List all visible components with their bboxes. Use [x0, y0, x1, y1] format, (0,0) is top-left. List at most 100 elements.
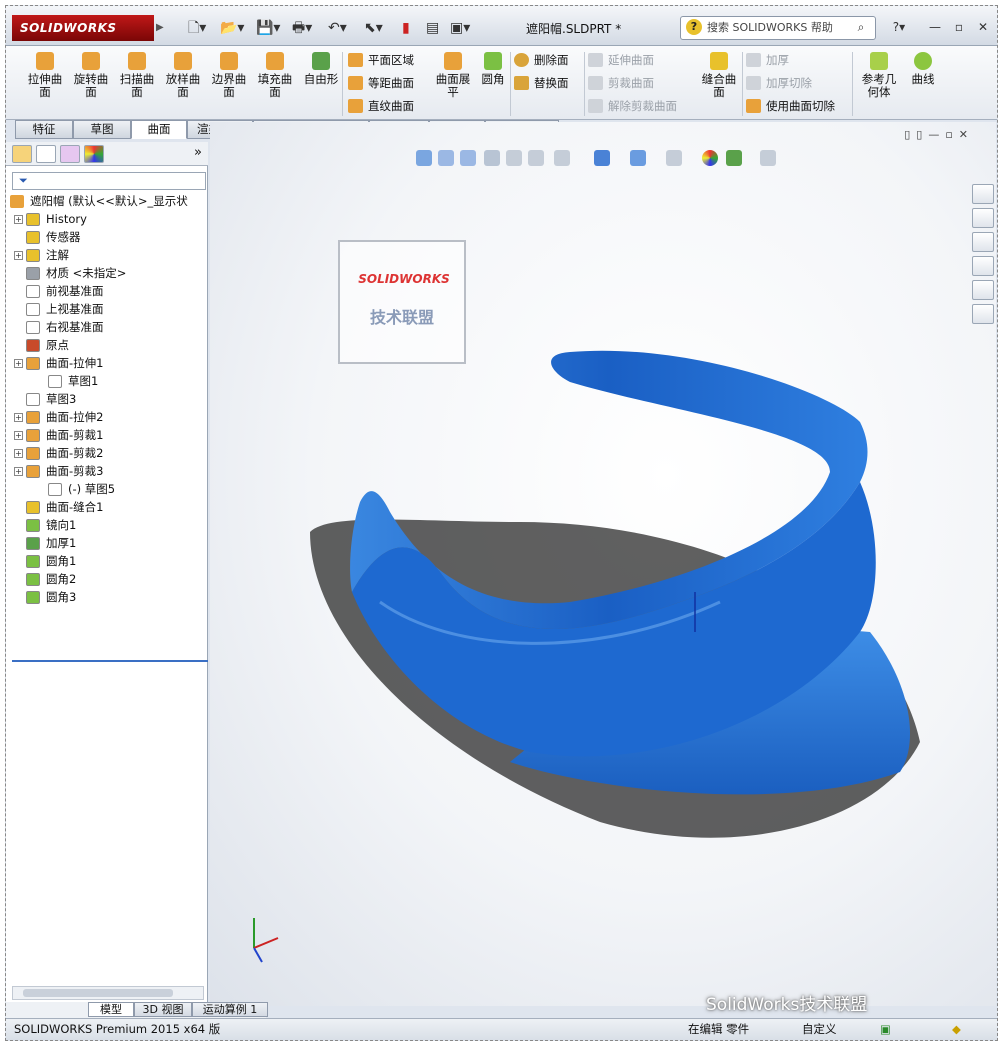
tree-item[interactable]: + 注解 — [6, 246, 208, 264]
select-pointer-icon[interactable]: ⬉▾ — [364, 18, 383, 38]
options-icon[interactable]: ▣▾ — [450, 18, 470, 38]
bottom-tab-2[interactable]: 运动算例 1 — [192, 1002, 268, 1017]
graphics-area[interactable]: ▯▯—▫✕ SOLIDWORKS 技术联盟 — [210, 122, 996, 1006]
curves-button[interactable]: 曲线 — [900, 52, 946, 116]
tree-item[interactable]: 镜向1 — [6, 516, 208, 534]
thicken-button[interactable]: 加厚 — [744, 50, 789, 70]
replace-face-button[interactable]: 替换面 — [512, 73, 569, 93]
expand-toggle-icon[interactable]: + — [14, 251, 23, 260]
thicken-cut-button[interactable]: 加厚切除 — [744, 73, 812, 93]
expand-toggle-icon[interactable]: + — [14, 215, 23, 224]
help-icon[interactable]: ?▾ — [890, 19, 908, 35]
tree-item[interactable]: 材质 <未指定> — [6, 264, 208, 282]
bottom-tab-0[interactable]: 模型 — [88, 1002, 134, 1017]
ruled-surface-button[interactable]: 直纹曲面 — [346, 96, 414, 116]
offset-surface-button[interactable]: 等距曲面 — [346, 73, 414, 93]
display-manager-tab-icon[interactable] — [84, 145, 104, 163]
scene-icon[interactable] — [726, 150, 742, 166]
tree-item[interactable]: 曲面-缝合1 — [6, 498, 208, 516]
file-explorer-icon[interactable] — [972, 232, 994, 252]
expand-toggle-icon[interactable]: + — [14, 431, 23, 440]
view-orientation-icon[interactable] — [528, 150, 544, 166]
minimize-icon[interactable]: — — [926, 19, 944, 35]
hide-show-items-icon[interactable] — [594, 150, 610, 166]
extend-surface-button[interactable]: 延伸曲面 — [586, 50, 654, 70]
tree-item[interactable]: + History — [6, 210, 208, 228]
zoom-to-area-icon[interactable] — [438, 150, 454, 166]
search-icon[interactable]: ⌕ — [852, 19, 870, 35]
tags-icon[interactable]: ◆ — [952, 1019, 961, 1039]
tab-1[interactable]: 草图 — [73, 120, 131, 139]
open-document-icon[interactable]: 📂▾ — [220, 18, 244, 38]
view-palette-icon[interactable] — [972, 256, 994, 276]
file-properties-icon[interactable]: ▤ — [426, 18, 439, 38]
help-status-icon[interactable]: ▣ — [880, 1019, 891, 1039]
planar-surface-button[interactable]: 平面区域 — [346, 50, 414, 70]
expand-toggle-icon[interactable]: + — [14, 449, 23, 458]
freeform-button[interactable]: 自由形 — [298, 52, 344, 116]
rebuild-icon[interactable]: ▮ — [402, 18, 410, 38]
zoom-to-fit-icon[interactable] — [416, 150, 432, 166]
lofted-surface-button[interactable]: 放样曲 面 — [160, 52, 206, 116]
edit-appearance-icon[interactable] — [630, 150, 646, 166]
revolved-surface-button[interactable]: 旋转曲 面 — [68, 52, 114, 116]
trim-surface-button[interactable]: 剪裁曲面 — [586, 73, 654, 93]
tree-item[interactable]: + 曲面-拉伸2 — [6, 408, 208, 426]
tree-item[interactable]: 右视基准面 — [6, 318, 208, 336]
apply-scene-icon[interactable] — [666, 150, 682, 166]
save-icon[interactable]: 💾▾ — [256, 18, 280, 38]
tree-item[interactable]: 原点 — [6, 336, 208, 354]
expand-toggle-icon[interactable]: + — [14, 359, 23, 368]
tree-item[interactable]: 传感器 — [6, 228, 208, 246]
expand-toggle-icon[interactable]: + — [14, 467, 23, 476]
tab-0[interactable]: 特征 — [15, 120, 73, 139]
untrim-surface-button[interactable]: 解除剪裁曲面 — [586, 96, 677, 116]
tree-item[interactable]: (-) 草图5 — [6, 480, 208, 498]
delete-face-button[interactable]: 删除面 — [512, 50, 569, 70]
tab-2[interactable]: 曲面 — [131, 120, 187, 139]
menu-expand-arrow-icon[interactable]: ▶ — [156, 18, 166, 38]
help-search-input[interactable]: 搜索 SOLIDWORKS 帮助 — [680, 16, 876, 40]
viewport-controls[interactable]: ▯▯—▫✕ — [874, 128, 974, 144]
tree-item[interactable]: + 曲面-拉伸1 — [6, 354, 208, 372]
view-settings-icon[interactable] — [760, 150, 776, 166]
tree-item[interactable]: + 曲面-剪裁3 — [6, 462, 208, 480]
tree-item[interactable]: 圆角1 — [6, 552, 208, 570]
restore-icon[interactable]: ▫ — [950, 19, 968, 35]
home-icon[interactable] — [972, 184, 994, 204]
tree-item[interactable]: + 曲面-剪裁2 — [6, 444, 208, 462]
tree-item[interactable]: + 曲面-剪裁1 — [6, 426, 208, 444]
scrollbar-thumb[interactable] — [23, 989, 173, 997]
print-icon[interactable]: 🖶▾ — [292, 18, 312, 38]
filled-surface-button[interactable]: 填充曲 面 — [252, 52, 298, 116]
display-style-icon[interactable] — [554, 150, 570, 166]
tree-root[interactable]: 遮阳帽 (默认<<默认>_显示状 — [6, 192, 208, 210]
tree-item[interactable]: 草图1 — [6, 372, 208, 390]
tree-item[interactable]: 圆角2 — [6, 570, 208, 588]
filter-input[interactable]: ⏷ — [12, 172, 206, 190]
tree-item[interactable]: 前视基准面 — [6, 282, 208, 300]
close-icon[interactable]: ✕ — [974, 19, 992, 35]
new-document-icon[interactable]: 🗋▾ — [188, 18, 206, 38]
custom-properties-icon[interactable] — [972, 304, 994, 324]
bottom-tab-1[interactable]: 3D 视图 — [134, 1002, 192, 1017]
undo-icon[interactable]: ↶▾ — [328, 18, 347, 38]
tree-rollback-bar[interactable] — [12, 660, 208, 662]
appearance-ball-icon[interactable] — [702, 150, 718, 166]
reference-geometry-button[interactable]: 参考几 何体 — [856, 52, 902, 116]
expand-toggle-icon[interactable]: + — [14, 413, 23, 422]
feature-manager-tab-icon[interactable] — [12, 145, 32, 163]
extruded-surface-button[interactable]: 拉伸曲 面 — [22, 52, 68, 116]
horizontal-scrollbar[interactable] — [12, 986, 204, 1000]
appearances-icon[interactable] — [972, 280, 994, 300]
section-view-icon[interactable] — [484, 150, 500, 166]
previous-view-icon[interactable] — [460, 150, 476, 166]
tree-item[interactable]: 上视基准面 — [6, 300, 208, 318]
tree-item[interactable]: 草图3 — [6, 390, 208, 408]
tree-item[interactable]: 圆角3 — [6, 588, 208, 606]
solidworks-logo[interactable]: SOLIDWORKS — [12, 15, 154, 41]
units-selector[interactable]: 自定义 — [802, 1019, 837, 1039]
swept-surface-button[interactable]: 扫描曲 面 — [114, 52, 160, 116]
design-library-icon[interactable] — [972, 208, 994, 228]
property-manager-tab-icon[interactable] — [36, 145, 56, 163]
